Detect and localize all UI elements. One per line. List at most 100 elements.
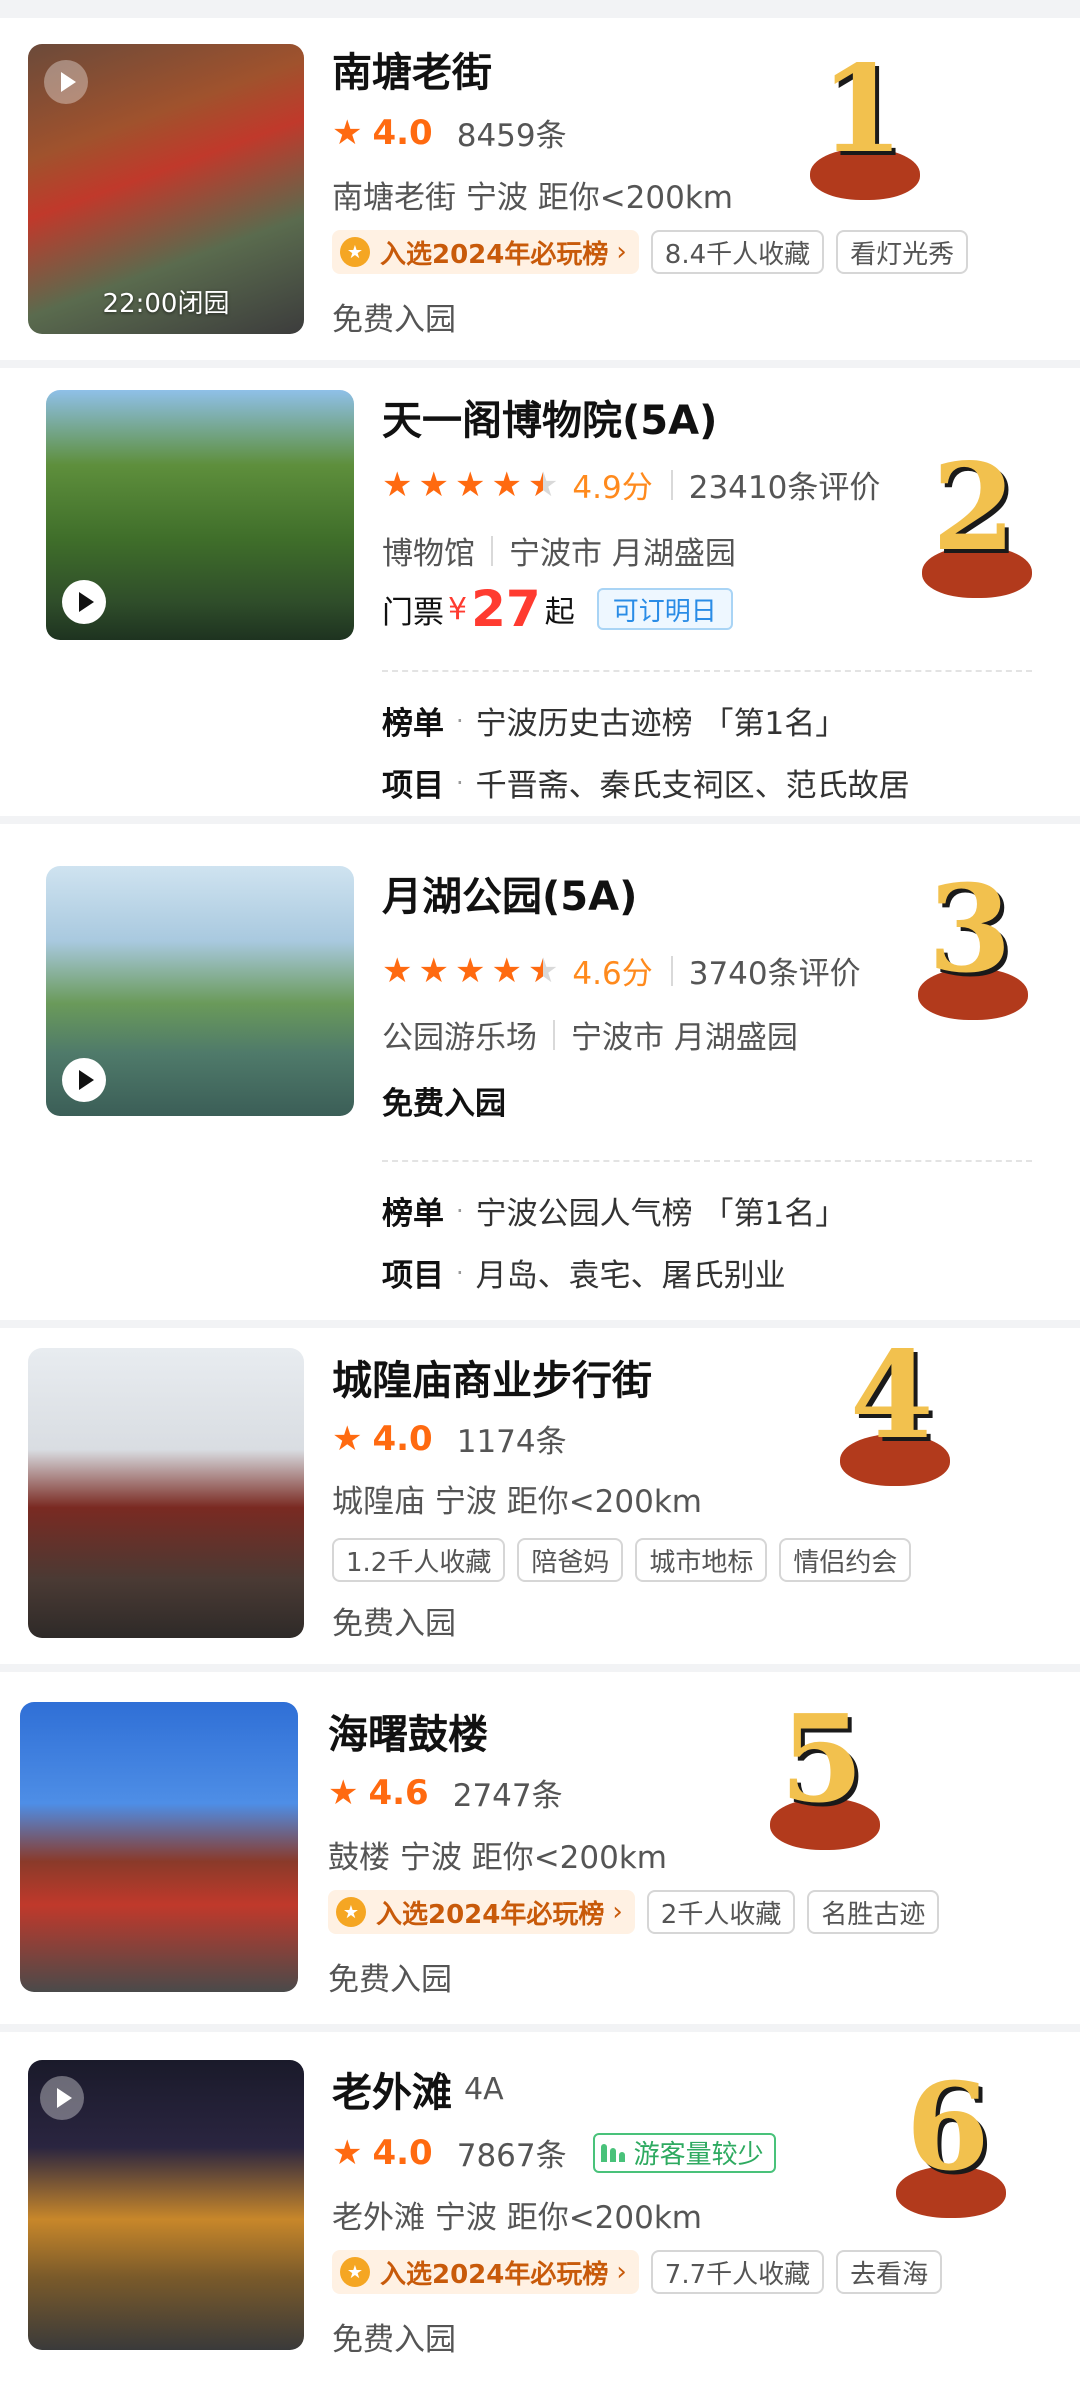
thumbnail-image[interactable]: 22:00闭园 [28, 44, 304, 334]
rank-number-mark: 2 [922, 448, 1052, 598]
star-icon: ★ [454, 464, 486, 505]
play-icon[interactable] [62, 580, 106, 624]
price-symbol: ¥ [448, 591, 468, 627]
star-icon: ★ [332, 112, 363, 153]
play-icon[interactable] [62, 1058, 106, 1102]
review-count: 23410条评价 [688, 470, 881, 506]
badge-label: 入选2024年必玩榜 [380, 239, 609, 270]
location-text: 宁波市 月湖盛园 [571, 1020, 798, 1056]
tag: 情侣约会 [779, 1538, 912, 1582]
thumbnail-image[interactable] [46, 390, 354, 640]
thumbnail-image[interactable] [28, 2060, 304, 2350]
ticket-label: 门票 [382, 594, 444, 631]
tag: 2千人收藏 [646, 1890, 796, 1934]
rating-score: 4.0 [372, 2132, 433, 2173]
entry-info: 免费入园 [382, 1086, 506, 1122]
item-title[interactable]: 南塘老街 [332, 40, 492, 98]
medal-icon: ★ [340, 237, 370, 267]
location-text: 城隍庙 宁波 距你<200km [332, 1484, 703, 1520]
item-title[interactable]: 海曙鼓楼 [328, 1702, 488, 1760]
number-digit: 3 [928, 859, 1012, 1000]
rank-number-mark: 6 [896, 2068, 1026, 2218]
medal-icon: ★ [336, 1897, 366, 1927]
ranking-row[interactable]: 榜单 · 宁波历史古迹榜 「第1名」 [382, 698, 846, 743]
must-play-badge[interactable]: ★ 入选2024年必玩榜 › [332, 2250, 639, 2294]
chevron-right-icon: › [616, 237, 627, 267]
rating-score: 4.6 [368, 1772, 429, 1813]
review-count: 3740条评价 [688, 956, 861, 992]
chevron-right-icon: › [612, 1897, 623, 1927]
number-digit: 2 [932, 437, 1016, 578]
tag: 1.2千人收藏 [332, 1538, 506, 1582]
star-icon: ★ [328, 1772, 359, 1813]
entry-info: 免费入园 [332, 1606, 456, 1642]
list-item[interactable]: 海曙鼓楼 ★ 4.6 2747条 鼓楼 宁波 距你<200km ★ 入选2024… [0, 1672, 1080, 2024]
must-play-badge[interactable]: ★ 入选2024年必玩榜 › [328, 1890, 635, 1934]
dot-separator: · [456, 1196, 464, 1225]
project-row[interactable]: 项目 · 月岛、袁宅、屠氏别业 [382, 1250, 786, 1295]
divider [491, 535, 493, 566]
project-label: 项目 [382, 1258, 444, 1294]
tag: 城市地标 [635, 1538, 768, 1582]
rating-stars: ★ ★ ★ ★ ★★ [382, 954, 558, 988]
location-text: 宁波市 月湖盛园 [509, 536, 736, 572]
rank-number-mark: 4 [840, 1336, 970, 1486]
project-label: 项目 [382, 768, 444, 804]
ranking-value: 宁波历史古迹榜 「第1名」 [475, 706, 847, 742]
number-digit: 5 [780, 1689, 864, 1830]
price-suffix: 起 [544, 595, 575, 630]
list-item[interactable]: 城隍庙商业步行街 ★ 4.0 1174条 城隍庙 宁波 距你<200km 1.2… [0, 1328, 1080, 1664]
star-icon: ★ [418, 464, 449, 505]
badge-label: 入选2024年必玩榜 [380, 2259, 609, 2290]
dot-separator: · [456, 706, 464, 735]
divider [382, 670, 1032, 672]
category-text: 公园游乐场 [382, 1020, 537, 1056]
tag: 陪爸妈 [517, 1538, 624, 1582]
entry-info: 免费入园 [332, 2322, 456, 2358]
ranking-value: 宁波公园人气榜 「第1名」 [475, 1196, 847, 1232]
star-icon: ★ [332, 2132, 363, 2173]
list-item[interactable]: 天一阁博物院(5A) ★ ★ ★ ★ ★★ 4.9分 23410条评价 博物馆 … [0, 368, 1080, 816]
list-item[interactable]: 老外滩 4A ★ 4.0 7867条 游客量较少 老外滩 宁波 距你<200km… [0, 2032, 1080, 2385]
rating-score: 4.0 [372, 112, 433, 153]
entry-info: 免费入园 [332, 302, 456, 338]
rating-score: 4.0 [372, 1418, 433, 1459]
chevron-right-icon: › [616, 2257, 627, 2287]
play-icon[interactable] [40, 2076, 84, 2120]
number-digit: 1 [820, 39, 904, 180]
thumbnail-image[interactable] [28, 1348, 304, 1638]
category-text: 博物馆 [382, 536, 475, 572]
divider [382, 1160, 1032, 1162]
rating-score: 4.6分 [572, 956, 653, 992]
item-title[interactable]: 城隍庙商业步行街 [332, 1348, 652, 1406]
dot-separator: · [456, 1258, 464, 1287]
divider [670, 469, 673, 500]
booking-tag[interactable]: 可订明日 [596, 588, 733, 630]
rank-number-mark: 3 [918, 870, 1048, 1020]
badge-label: 入选2024年必玩榜 [376, 1899, 605, 1930]
half-star-icon: ★★ [527, 464, 559, 505]
project-row[interactable]: 项目 · 千晋斋、秦氏支祠区、范氏故居 [382, 760, 910, 805]
location-text: 南塘老街 宁波 距你<200km [332, 180, 734, 216]
rank-number-mark: 5 [770, 1700, 900, 1850]
play-icon[interactable] [44, 60, 88, 104]
item-title[interactable]: 老外滩 [332, 2060, 452, 2118]
ranking-row[interactable]: 榜单 · 宁波公园人气榜 「第1名」 [382, 1188, 846, 1233]
divider [670, 955, 673, 986]
list-item[interactable]: 22:00闭园 南塘老街 ★ 4.0 8459条 南塘老街 宁波 距你<200k… [0, 18, 1080, 360]
review-count: 2747条 [452, 1778, 563, 1814]
crowd-level-label: 游客量较少 [633, 2140, 764, 2170]
review-count: 7867条 [456, 2138, 567, 2174]
star-icon: ★ [332, 1418, 363, 1459]
star-icon: ★ [491, 950, 522, 991]
ranking-label: 榜单 [382, 706, 444, 742]
item-title[interactable]: 天一阁博物院(5A) [382, 388, 717, 446]
thumbnail-image[interactable] [46, 866, 354, 1116]
star-icon: ★ [418, 950, 449, 991]
must-play-badge[interactable]: ★ 入选2024年必玩榜 › [332, 230, 639, 274]
item-title[interactable]: 月湖公园(5A) [382, 864, 637, 922]
project-value: 月岛、袁宅、屠氏别业 [475, 1258, 786, 1294]
star-icon: ★ [382, 950, 413, 991]
thumbnail-image[interactable] [20, 1702, 298, 1992]
list-item[interactable]: 月湖公园(5A) ★ ★ ★ ★ ★★ 4.6分 3740条评价 公园游乐场 宁… [0, 824, 1080, 1320]
